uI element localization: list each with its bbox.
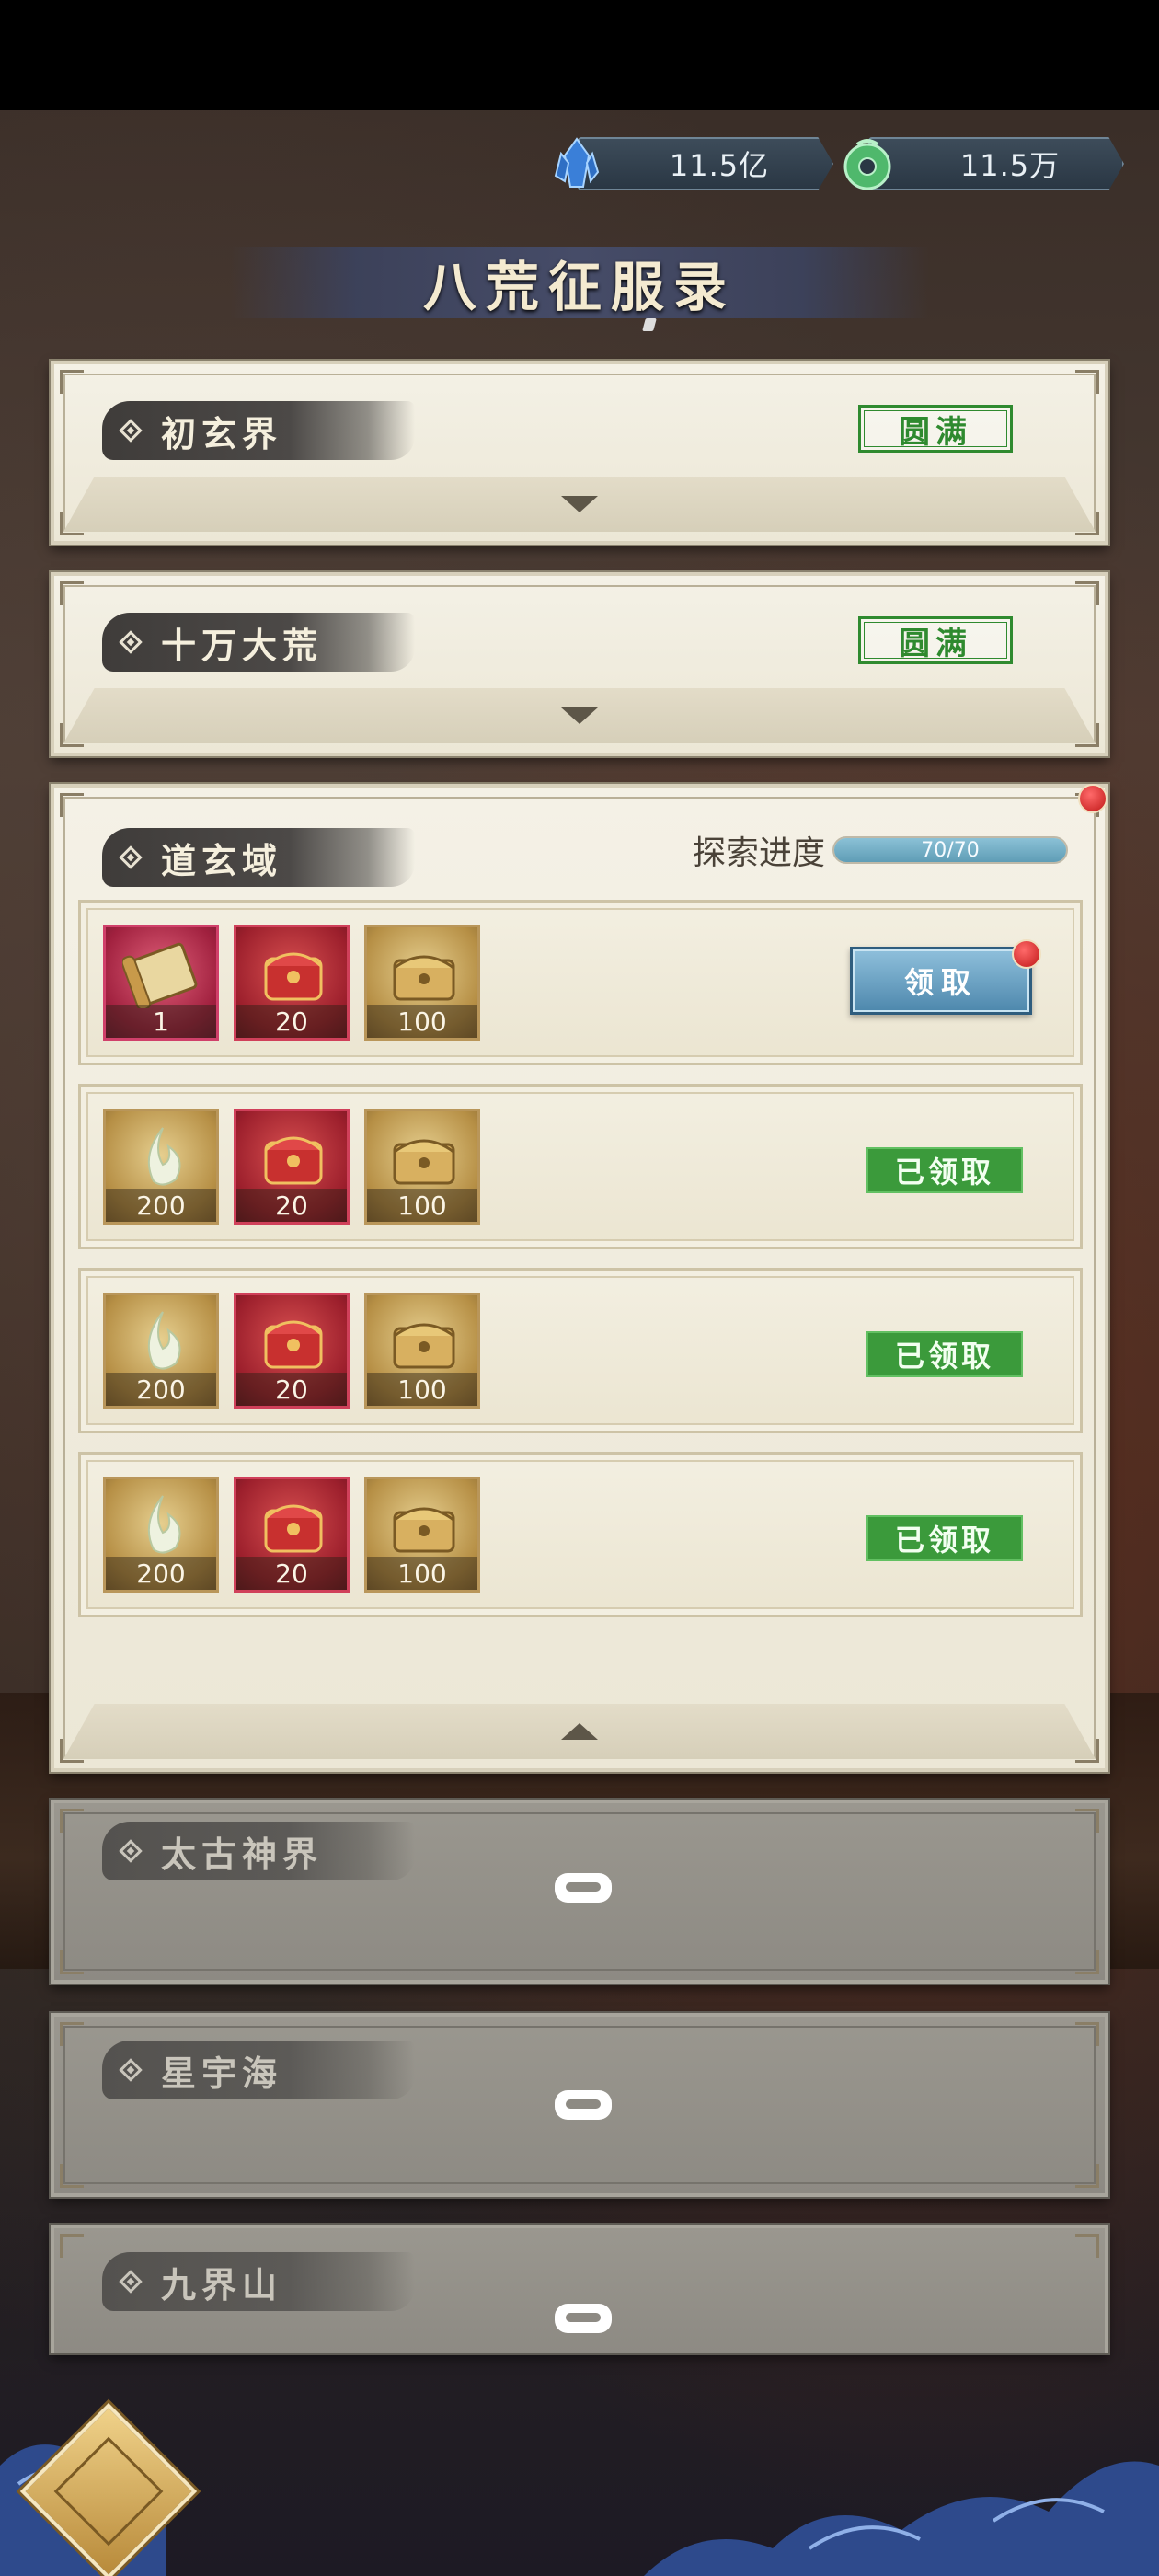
red-chest-icon [264,1320,323,1369]
red-chest-icon [264,1136,323,1185]
realm-title-brush: 九界山 [102,2252,415,2311]
reward-quantity: 20 [236,1189,347,1222]
notification-dot [1078,784,1107,813]
progress-label: 探索进度 [692,834,825,872]
red-chest-icon [264,1504,323,1553]
claim-button[interactable]: 领取 [850,947,1032,1015]
diamond-icon [119,1839,143,1863]
gold-chest-icon [393,955,455,1001]
realm-panel-shiwan[interactable]: 十万大荒 圆满 [51,572,1108,756]
exploration-progress: 探索进度 70/70 [693,826,1068,874]
expand-toggle[interactable] [63,477,1096,532]
lock-icon [555,2090,612,2120]
reward-item[interactable]: 20 [234,1293,350,1409]
realm-panel-xingyu[interactable]: 星宇海 [51,2013,1108,2197]
gold-chest-icon [393,1323,455,1369]
reward-item[interactable]: 20 [234,1109,350,1225]
notification-dot [1012,939,1041,969]
spirit-flame-icon [147,1127,181,1186]
spirit-flame-icon [147,1311,181,1370]
progress-bar: 70/70 [832,836,1068,864]
crystal-icon [554,137,600,188]
currency-crystal[interactable]: 11.5亿 [554,135,833,192]
reward-item[interactable]: 200 [103,1293,219,1409]
realm-name: 初玄界 [161,412,283,454]
reward-item[interactable]: 100 [364,925,480,1041]
reward-item[interactable]: 100 [364,1477,480,1593]
realm-panel-taigu[interactable]: 太古神界 [51,1800,1108,1984]
reward-row: 1 20 100 领取 [78,900,1083,1065]
reward-quantity: 200 [106,1373,216,1406]
reward-item[interactable]: 1 [103,925,219,1041]
progress-text: 70/70 [921,838,980,862]
reward-quantity: 20 [236,1557,347,1590]
reward-quantity: 200 [106,1189,216,1222]
lock-icon [555,2304,612,2333]
reward-quantity: 20 [236,1373,347,1406]
reward-item[interactable]: 100 [364,1109,480,1225]
reward-quantity: 100 [367,1005,477,1038]
chevron-down-icon [561,496,598,512]
reward-row: 200 20 100 已领取 [78,1084,1083,1249]
reward-quantity: 100 [367,1373,477,1406]
chevron-up-icon [561,1723,598,1740]
reward-quantity: 1 [106,1005,216,1038]
reward-item[interactable]: 20 [234,925,350,1041]
reward-item[interactable]: 100 [364,1293,480,1409]
realm-title-brush: 星宇海 [102,2041,415,2099]
completed-stamp: 圆满 [858,616,1013,664]
gold-chest-icon [393,1507,455,1553]
currency-jade[interactable]: 11.5万 [843,135,1124,192]
jade-coin-icon [843,139,891,190]
reward-quantity: 200 [106,1557,216,1590]
claimed-badge: 已领取 [866,1331,1023,1377]
completed-stamp: 圆满 [858,405,1013,453]
claimed-badge: 已领取 [866,1147,1023,1193]
reward-quantity: 100 [367,1189,477,1222]
reward-item[interactable]: 200 [103,1477,219,1593]
realm-name: 太古神界 [161,1833,324,1875]
diamond-icon [119,2058,143,2082]
reward-quantity: 100 [367,1557,477,1590]
reward-quantity: 20 [236,1005,347,1038]
realm-panel-jiujie[interactable]: 九界山 [51,2225,1108,2353]
spirit-flame-icon [147,1495,181,1554]
claimed-badge: 已领取 [866,1515,1023,1561]
return-icon [53,2436,164,2547]
realm-name: 十万大荒 [161,624,324,666]
realm-panel-chuxuan[interactable]: 初玄界 圆满 [51,361,1108,545]
reward-item[interactable]: 200 [103,1109,219,1225]
gold-chest-icon [393,1139,455,1185]
page-title-banner: 八荒征服录 [230,247,929,318]
realm-title-brush: 十万大荒 [102,613,415,672]
realm-title-brush: 太古神界 [102,1822,415,1880]
realm-panel-daoxuan[interactable]: 道玄域 探索进度 70/70 1 20 100 领取 200 20 100 已领… [51,784,1108,1772]
reward-list[interactable]: 1 20 100 领取 200 20 100 已领取 200 20 100 已领… [78,900,1083,1617]
reward-item[interactable]: 20 [234,1477,350,1593]
chevron-down-icon [561,707,598,724]
realm-title-brush: 初玄界 [102,401,415,460]
diamond-icon [119,845,143,869]
page-title: 八荒征服录 [422,256,736,318]
diamond-icon [119,630,143,654]
realm-name: 星宇海 [161,2052,283,2094]
currency-jade-value: 11.5万 [959,148,1061,183]
status-bar [0,0,1159,110]
realm-name: 道玄域 [161,839,283,881]
diamond-icon [119,2270,143,2294]
reward-row: 200 20 100 已领取 [78,1452,1083,1617]
currency-crystal-value: 11.5亿 [669,148,770,183]
red-chest-icon [264,952,323,1001]
scroll-icon [122,942,198,1008]
collapse-toggle[interactable] [63,1704,1096,1759]
expand-toggle[interactable] [63,688,1096,743]
diamond-icon [119,419,143,443]
reward-row: 200 20 100 已领取 [78,1268,1083,1433]
lock-icon [555,1873,612,1903]
realm-title-brush: 道玄域 [102,828,415,887]
realm-name: 九界山 [161,2263,283,2306]
